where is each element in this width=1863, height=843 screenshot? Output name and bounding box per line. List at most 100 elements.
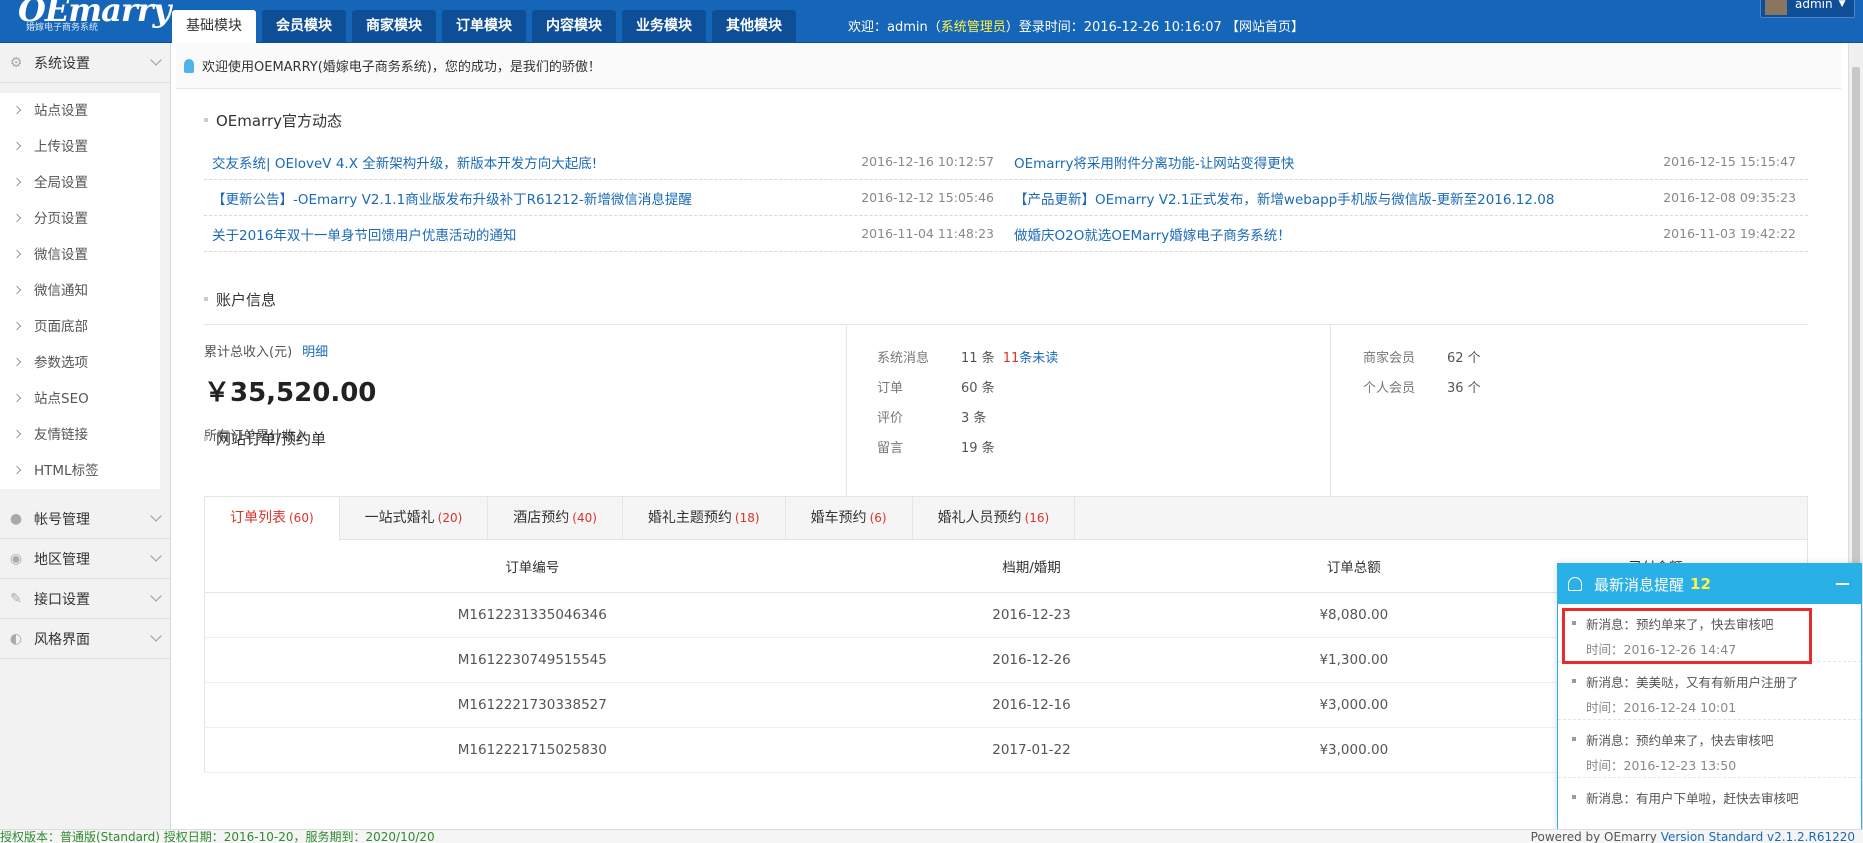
tab-business[interactable]: 业务模块 <box>622 10 706 43</box>
tab-label: 订单列表 <box>230 510 286 526</box>
news-item[interactable]: 【更新公告】-OEmarry V2.1.1商业版发布升级补丁R61212-新增微… <box>204 180 1006 215</box>
sidebar-item-html-tags[interactable]: HTML标签 <box>0 453 160 489</box>
news-item[interactable]: 做婚庆O2O就选OEMarry婚嫁电子商务系统！ 2016-11-03 19:42… <box>1006 216 1808 251</box>
stat-row: 商家会员 62 个 <box>1363 341 1808 371</box>
palette-icon: ◐ <box>9 630 23 647</box>
sidebar-item-site-seo[interactable]: 站点SEO <box>0 381 160 417</box>
stat-row: 订单 60 条 <box>877 371 1330 401</box>
news-title[interactable]: OEmarry将采用附件分离功能-让网站变得更快 <box>1014 152 1294 172</box>
news-item[interactable]: OEmarry将采用附件分离功能-让网站变得更快 2016-12-15 15:15… <box>1006 144 1808 179</box>
tab-basic[interactable]: 基础模块 <box>172 10 256 43</box>
sidebar-group-region[interactable]: ◉ 地区管理 <box>0 539 170 579</box>
detail-link[interactable]: 明细 <box>302 345 328 360</box>
tab-other[interactable]: 其他模块 <box>712 10 796 43</box>
stat-label: 个人会员 <box>1363 380 1416 396</box>
order-date: 2016-12-16 <box>859 682 1204 728</box>
notification-item[interactable]: 新消息：美美哒，又有有新用户注册了 时间：2016-12-24 10:01 <box>1558 662 1861 720</box>
news-title[interactable]: 交友系统| OEloveV 4.X 全新架构升级，新版本开发方向大起底! <box>212 152 597 172</box>
tab-car-booking[interactable]: 婚车预约 (6) <box>786 497 913 540</box>
license-info: 授权版本：普通版(Standard) 授权日期：2016-10-20，服务期到：… <box>0 830 435 843</box>
sidebar-item-global-settings[interactable]: 全局设置 <box>0 165 160 201</box>
stat-value: 60 条 <box>961 380 995 396</box>
notification-header: 最新消息提醒 12 <box>1558 564 1861 604</box>
stat-row: 个人会员 36 个 <box>1363 371 1808 401</box>
user-menu[interactable]: admin ▼ <box>1760 0 1855 18</box>
stat-row: 评价 3 条 <box>877 401 1330 431</box>
order-total: ¥1,300.00 <box>1203 637 1505 683</box>
tab-label: 婚礼主题预约 <box>647 510 732 526</box>
sidebar-group-style[interactable]: ◐ 风格界面 <box>0 619 170 659</box>
minimize-button[interactable] <box>1836 583 1849 585</box>
stat-value: 36 个 <box>1447 380 1481 396</box>
sidebar-item-upload-settings[interactable]: 上传设置 <box>0 129 160 165</box>
income-amount: ￥35,520.00 <box>204 378 377 408</box>
order-id[interactable]: M1612231335046346 <box>204 592 860 638</box>
plug-icon: ✎ <box>10 590 22 607</box>
sidebar-group-system-settings[interactable]: ⚙ 系统设置 <box>0 43 170 83</box>
globe-icon: ◉ <box>9 550 23 567</box>
account-info: 累计总收入(元) 明细 ￥35,520.00 所有订单累计收入 系统消息 11 条1… <box>204 324 1808 510</box>
tab-count: (40) <box>572 511 597 525</box>
stat-label: 系统消息 <box>877 350 930 366</box>
sidebar-group-account[interactable]: ● 帐号管理 <box>0 499 170 539</box>
top-header: OEmarry 婚嫁电子商务系统 基础模块 会员模块 商家模块 订单模块 内容模… <box>0 0 1863 43</box>
news-item[interactable]: 交友系统| OEloveV 4.X 全新架构升级，新版本开发方向大起底! 2016… <box>204 144 1006 179</box>
tab-order-list[interactable]: 订单列表 (60) <box>205 497 340 541</box>
order-date: 2016-12-23 <box>859 592 1204 638</box>
news-title[interactable]: 【更新公告】-OEmarry V2.1.1商业版发布升级补丁R61212-新增微… <box>212 188 692 208</box>
order-id[interactable]: M1612230749515545 <box>204 637 860 683</box>
notification-text: 新消息：美美哒，又有有新用户注册了 <box>1586 675 1799 690</box>
news-item[interactable]: 关于2016年双十一单身节回馈用户优惠活动的通知 2016-11-04 11:48… <box>204 216 1006 251</box>
stat-value: 19 条 <box>961 440 995 456</box>
welcome-prefix: 欢迎：admin（ <box>848 20 941 35</box>
unread-link[interactable]: 11条未读 <box>1003 347 1059 366</box>
tab-content[interactable]: 内容模块 <box>532 10 616 43</box>
unread-text: 条未读 <box>1019 350 1059 366</box>
news-item[interactable]: 【产品更新】OEmarry V2.1正式发布，新增webapp手机版与微信版-更… <box>1006 180 1808 215</box>
logo[interactable]: OEmarry 婚嫁电子商务系统 <box>18 0 171 33</box>
tab-label: 婚礼人员预约 <box>937 510 1022 526</box>
notification-item[interactable]: 新消息：有用户下单啦，赶快去审核吧 <box>1558 778 1861 829</box>
notification-item[interactable]: 新消息：预约单来了，快去审核吧 时间：2016-12-23 13:50 <box>1558 720 1861 778</box>
order-id[interactable]: M1612221730338527 <box>204 682 860 728</box>
tab-orders[interactable]: 订单模块 <box>442 10 526 43</box>
tab-label: 一站式婚礼 <box>364 510 435 526</box>
sidebar-item-friend-links[interactable]: 友情链接 <box>0 417 160 453</box>
stats-panel: 系统消息 11 条 11条未读 订单 60 条 评价 3 条 留言 19 条 <box>847 325 1331 509</box>
news-title[interactable]: 关于2016年双十一单身节回馈用户优惠活动的通知 <box>212 224 516 244</box>
tab-count: (60) <box>289 511 314 525</box>
user-role: 系统管理员 <box>940 20 1006 35</box>
sidebar-item-wechat-settings[interactable]: 微信设置 <box>0 237 160 273</box>
sidebar-item-paging-settings[interactable]: 分页设置 <box>0 201 160 237</box>
tab-merchants[interactable]: 商家模块 <box>352 10 436 43</box>
notification-title: 最新消息提醒 <box>1594 575 1685 594</box>
order-total: ¥8,080.00 <box>1203 592 1505 638</box>
sidebar-group-label: 接口设置 <box>34 591 90 608</box>
sidebar: ⚙ 系统设置 站点设置 上传设置 全局设置 分页设置 微信设置 微信通知 页面底… <box>0 43 171 830</box>
chevron-down-icon: ▼ <box>1838 0 1846 9</box>
sidebar-item-site-settings[interactable]: 站点设置 <box>0 93 160 129</box>
sidebar-group-interface[interactable]: ✎ 接口设置 <box>0 579 170 619</box>
tab-hotel-booking[interactable]: 酒店预约 (40) <box>488 497 623 540</box>
income-label: 累计总收入(元) <box>204 345 293 360</box>
tab-members[interactable]: 会员模块 <box>262 10 346 43</box>
sidebar-item-wechat-notify[interactable]: 微信通知 <box>0 273 160 309</box>
news-row: 交友系统| OEloveV 4.X 全新架构升级，新版本开发方向大起底! 2016… <box>204 144 1808 180</box>
orders-section-title: 网站订单/预约单 <box>204 428 326 449</box>
news-title[interactable]: 做婚庆O2O就选OEMarry婚嫁电子商务系统！ <box>1014 224 1291 244</box>
tab-one-stop-wedding[interactable]: 一站式婚礼 (20) <box>340 497 489 540</box>
welcome-suffix[interactable]: ）登录时间：2016-12-26 10:16:07 【网站首页】 <box>1006 20 1304 35</box>
tab-label: 婚车预约 <box>810 510 867 526</box>
username: admin <box>1795 0 1833 11</box>
news-date: 2016-12-08 09:35:23 <box>1663 190 1796 205</box>
news-date: 2016-11-04 11:48:23 <box>861 226 994 241</box>
version-link[interactable]: Version Standard v2.1.2.R61220 <box>1661 830 1855 843</box>
notification-time: 时间：2016-12-23 13:50 <box>1586 758 1737 773</box>
tab-theme-booking[interactable]: 婚礼主题预约 (18) <box>623 497 786 540</box>
order-id[interactable]: M1612221715025830 <box>204 727 860 773</box>
sidebar-item-page-footer[interactable]: 页面底部 <box>0 309 160 345</box>
sidebar-item-params[interactable]: 参数选项 <box>0 345 160 381</box>
gear-icon: ⚙ <box>9 54 23 71</box>
news-title[interactable]: 【产品更新】OEmarry V2.1正式发布，新增webapp手机版与微信版-更… <box>1014 188 1554 208</box>
tab-staff-booking[interactable]: 婚礼人员预约 (16) <box>913 497 1076 540</box>
